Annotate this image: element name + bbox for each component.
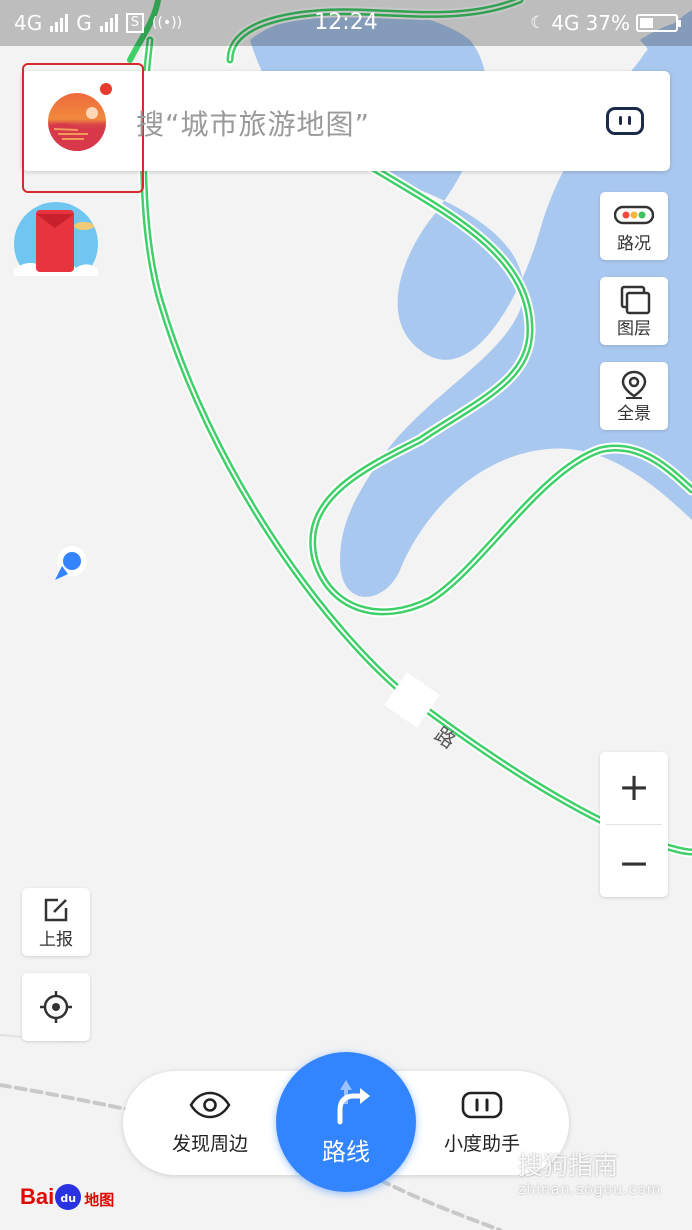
search-bar[interactable]: 搜“城市旅游地图” xyxy=(22,63,670,193)
panorama-label: 全景 xyxy=(617,404,651,424)
traffic-label: 路况 xyxy=(617,234,651,254)
sogou-watermark: 搜狗指南 zhinan.sogou.com xyxy=(518,1146,661,1198)
zoom-out-button[interactable]: − xyxy=(600,828,668,898)
sunset-avatar-icon[interactable] xyxy=(48,93,106,151)
moon-icon: ☾ xyxy=(530,13,546,33)
zoom-control: + − xyxy=(600,752,668,897)
watermark-url: zhinan.sogou.com xyxy=(518,1182,662,1198)
route-button[interactable]: 路线 xyxy=(276,1052,416,1192)
report-label: 上报 xyxy=(39,930,73,950)
network-label-right: 4G xyxy=(551,11,580,35)
red-packet-icon[interactable] xyxy=(14,202,98,286)
watermark-title: 搜狗指南 xyxy=(518,1151,619,1180)
locate-crosshair-icon xyxy=(40,991,72,1023)
layers-icon xyxy=(620,285,651,315)
locate-button[interactable] xyxy=(22,973,90,1041)
route-label: 路线 xyxy=(322,1138,370,1166)
zoom-in-button[interactable]: + xyxy=(600,752,668,822)
avatar-highlight-box[interactable] xyxy=(22,63,144,193)
layers-button[interactable]: 图层 xyxy=(600,277,668,345)
layers-label: 图层 xyxy=(617,319,651,339)
panorama-pin-icon xyxy=(621,370,647,399)
battery-percent: 37% xyxy=(585,11,630,35)
logo-paw-badge: du xyxy=(55,1184,82,1210)
search-input[interactable]: 搜“城市旅游地图” xyxy=(136,103,370,143)
turn-right-arrow-icon xyxy=(337,1080,370,1125)
zoom-divider xyxy=(606,824,662,825)
traffic-button[interactable]: 路况 xyxy=(600,192,668,260)
battery-icon xyxy=(636,14,681,32)
report-button[interactable]: 上报 xyxy=(22,888,90,956)
edit-report-icon xyxy=(44,898,68,922)
discover-nearby-label: 发现周边 xyxy=(171,1133,248,1155)
logo-text-latin: Bai xyxy=(20,1184,55,1209)
traffic-light-icon xyxy=(614,205,654,225)
eye-icon xyxy=(189,1091,231,1119)
notification-dot xyxy=(100,83,112,95)
baidu-map-logo: Bai du 地图 xyxy=(20,1178,114,1210)
xiaodu-robot-icon xyxy=(461,1091,503,1119)
panorama-button[interactable]: 全景 xyxy=(600,362,668,430)
logo-text-cn: 地图 xyxy=(84,1191,115,1209)
status-bar: 4G G S ((•)) 12:24 ☾ 4G 37% xyxy=(0,0,692,46)
discover-nearby-button[interactable]: 发现周边 xyxy=(145,1091,275,1156)
xiaodu-robot-icon[interactable] xyxy=(606,107,644,135)
